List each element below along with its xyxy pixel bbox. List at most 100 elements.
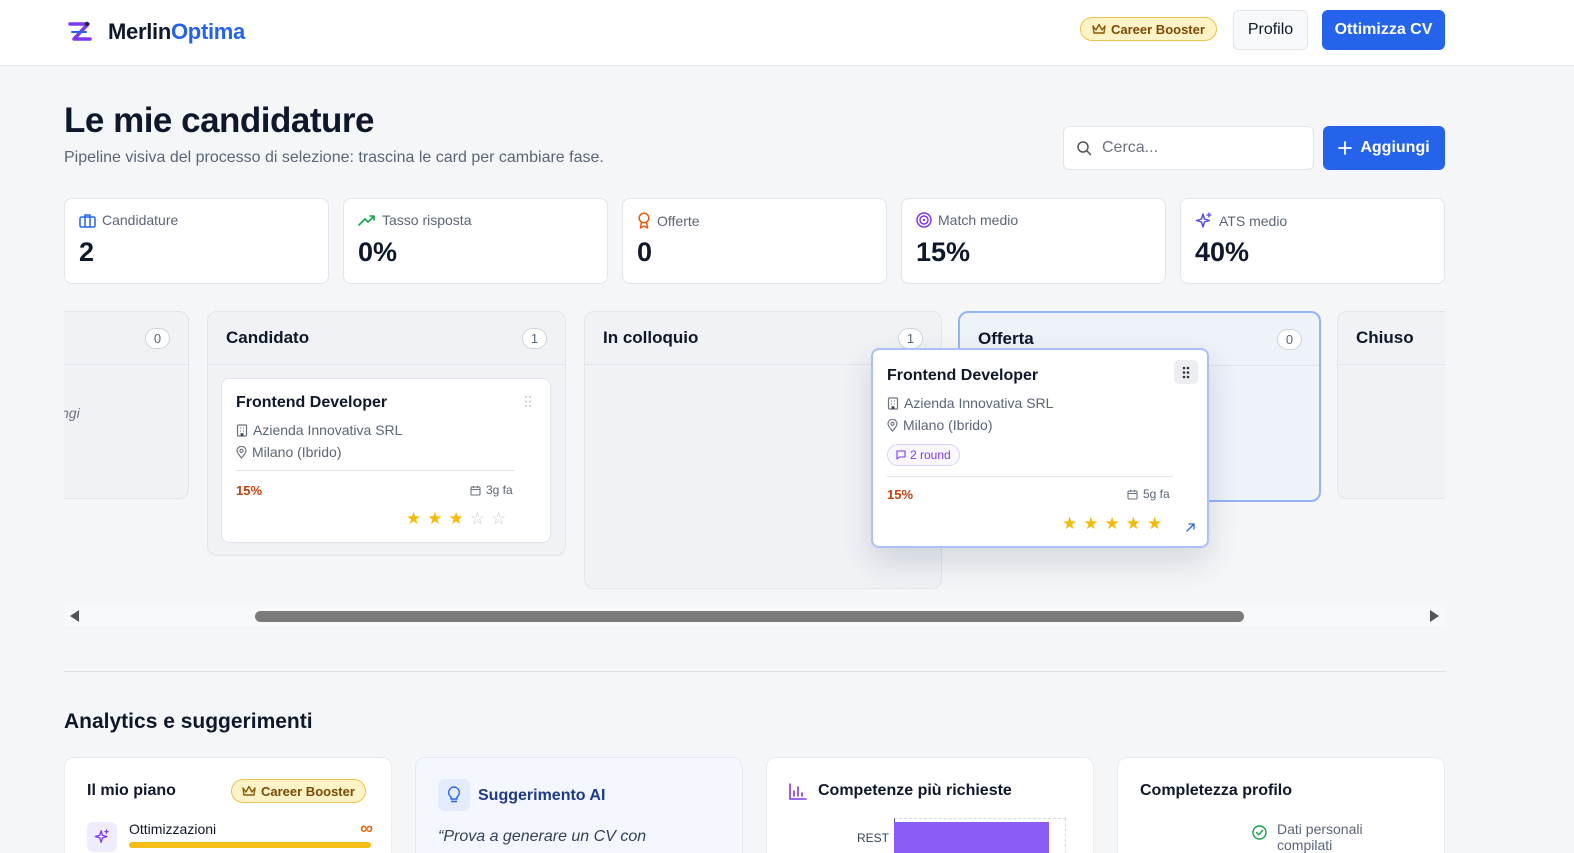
plus-icon <box>1338 141 1353 155</box>
plan-badge-label: Career Booster <box>261 783 355 799</box>
profile-check-item: Dati personali compilati <box>1252 821 1377 853</box>
stat-card-applications: Candidature 2 <box>64 198 329 284</box>
stat-card-ats: ATS medio 40% <box>1180 198 1445 284</box>
section-divider <box>64 671 1445 672</box>
column-title: Chiuso <box>1356 328 1414 347</box>
message-icon <box>896 450 906 460</box>
applied-ago: 5g fa <box>1143 487 1170 501</box>
plan-badge: Career Booster <box>231 779 366 803</box>
column-chiuso[interactable]: Chiuso <box>1337 311 1445 499</box>
star-filled-icon[interactable]: ★ <box>427 510 442 527</box>
stat-label: Tasso risposta <box>382 212 472 228</box>
external-link-icon[interactable] <box>1185 522 1196 533</box>
interview-rounds-tag: 2 round <box>887 444 960 466</box>
column-count: 1 <box>898 327 923 349</box>
stat-value: 0% <box>358 237 398 267</box>
star-rating[interactable]: ★ ★ ★ ☆ ☆ <box>406 510 506 527</box>
logo-mark-icon <box>68 21 92 41</box>
stat-value: 15% <box>916 237 971 267</box>
board-scrollbar[interactable] <box>64 607 1445 626</box>
column-count: 0 <box>1277 328 1302 350</box>
stat-card-offers: Offerte 0 <box>622 198 887 284</box>
profile-check-label: Dati personali compilati <box>1277 821 1363 853</box>
job-title: Frontend Developer <box>236 394 388 411</box>
stat-label: Match medio <box>938 212 1019 228</box>
panel-title: Competenze più richieste <box>818 782 1012 799</box>
rounds-label: 2 round <box>910 448 951 462</box>
star-empty-icon[interactable]: ☆ <box>491 510 506 527</box>
application-card[interactable]: Frontend Developer Azienda Innovativa SR… <box>221 378 551 543</box>
calendar-icon <box>470 485 481 496</box>
match-percent: 15% <box>887 487 914 502</box>
scroll-thumb[interactable] <box>255 611 1244 622</box>
star-filled-icon[interactable]: ★ <box>1062 515 1077 532</box>
optimizations-bar <box>129 842 371 848</box>
column-count: 1 <box>522 327 547 349</box>
star-filled-icon[interactable]: ★ <box>449 510 464 527</box>
award-icon <box>638 212 650 229</box>
applied-ago: 3g fa <box>486 483 513 497</box>
job-location: Milano (Ibrido) <box>252 444 342 460</box>
profile-completeness-panel: Completezza profilo Dati personali compi… <box>1117 757 1445 853</box>
star-filled-icon[interactable]: ★ <box>1147 515 1162 532</box>
scroll-left-arrow[interactable] <box>70 610 79 622</box>
stat-value: 2 <box>79 237 95 267</box>
search-icon <box>1077 141 1092 156</box>
company-name: Azienda Innovativa SRL <box>904 395 1054 411</box>
stat-label: Candidature <box>102 212 179 228</box>
column-candidato[interactable]: Candidato 1 Frontend Developer Azienda I… <box>207 311 566 556</box>
stat-value: 0 <box>637 237 653 267</box>
crown-icon <box>1092 23 1106 34</box>
drag-handle[interactable] <box>1174 360 1198 384</box>
plan-badge-label: Career Booster <box>1111 21 1205 37</box>
search-box[interactable] <box>1063 126 1314 170</box>
stat-label: ATS medio <box>1219 213 1288 229</box>
skill-label: REST <box>857 831 890 845</box>
stat-card-match: Match medio 15% <box>901 198 1166 284</box>
panel-title: Completezza profilo <box>1140 782 1293 799</box>
stat-value: 40% <box>1195 237 1250 267</box>
star-filled-icon[interactable]: ★ <box>406 510 421 527</box>
page-title: Le mie candidature <box>64 101 374 140</box>
star-filled-icon[interactable]: ★ <box>1105 515 1120 532</box>
scroll-right-arrow[interactable] <box>1430 610 1439 622</box>
star-rating[interactable]: ★ ★ ★ ★ ★ <box>1062 515 1162 532</box>
sparkles-icon <box>1195 212 1212 228</box>
calendar-icon <box>1127 489 1138 500</box>
bar-chart-icon <box>789 783 807 800</box>
star-empty-icon[interactable]: ☆ <box>470 510 485 527</box>
ai-suggestion-text: “Prova a generare un CV con <box>438 828 647 845</box>
panel-title: Il mio piano <box>87 782 176 799</box>
drag-handle-icon[interactable] <box>524 395 532 408</box>
search-input[interactable] <box>1102 139 1292 157</box>
plan-badge: Career Booster <box>1080 17 1217 41</box>
lightbulb-icon <box>447 786 461 803</box>
company-name: Azienda Innovativa SRL <box>253 422 403 438</box>
optimize-cv-button[interactable]: Ottimizza CV <box>1322 10 1445 50</box>
briefcase-icon <box>79 213 96 228</box>
kanban-board[interactable]: 0 ngi Candidato 1 Frontend Developer Azi… <box>64 310 1445 610</box>
empty-column-hint: ngi <box>64 405 80 421</box>
match-percent: 15% <box>236 483 263 498</box>
column-title: Offerta <box>978 329 1034 348</box>
target-icon <box>916 212 932 228</box>
profile-button[interactable]: Profilo <box>1233 10 1308 50</box>
top-navbar: MerlinOptima Career Booster Profilo Otti… <box>0 0 1574 66</box>
star-filled-icon[interactable]: ★ <box>1083 515 1098 532</box>
map-pin-icon <box>236 445 247 459</box>
crown-icon <box>242 785 256 796</box>
column-first[interactable]: 0 ngi <box>64 311 189 499</box>
building-icon <box>887 396 899 410</box>
column-title: In colloquio <box>603 328 699 347</box>
analytics-title: Analytics e suggerimenti <box>64 710 313 733</box>
column-count: 0 <box>145 327 170 349</box>
add-application-button[interactable]: Aggiungi <box>1323 126 1445 170</box>
building-icon <box>236 423 248 437</box>
stat-card-response-rate: Tasso risposta 0% <box>343 198 608 284</box>
sparkles-icon <box>94 829 109 843</box>
star-filled-icon[interactable]: ★ <box>1126 515 1141 532</box>
job-title: Frontend Developer <box>887 367 1039 384</box>
logo[interactable]: MerlinOptima <box>66 18 245 46</box>
trending-up-icon <box>358 215 375 226</box>
dragging-application-card[interactable]: Frontend Developer Azienda Innovativa SR… <box>871 348 1209 548</box>
